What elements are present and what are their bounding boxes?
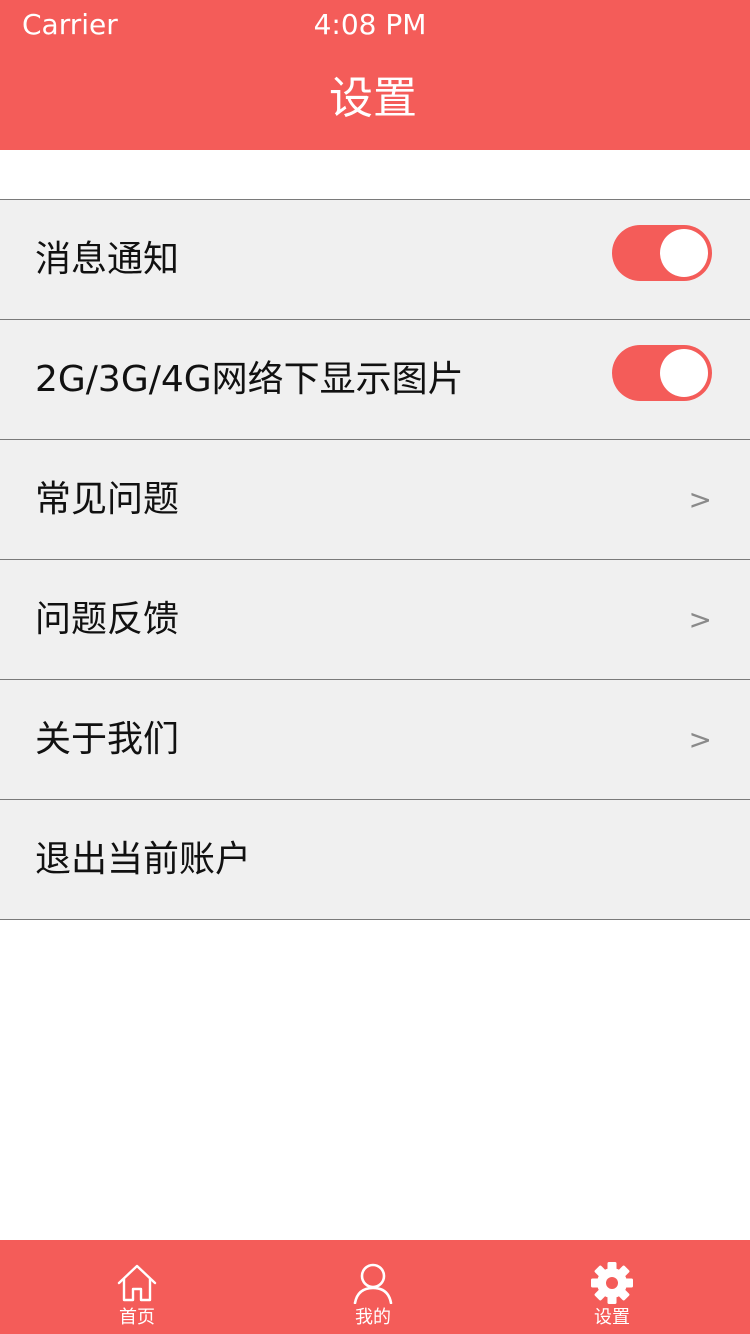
- toggle-knob: [660, 349, 708, 397]
- tab-home[interactable]: 首页: [12, 1240, 262, 1334]
- toggle-knob: [660, 229, 708, 277]
- user-icon: [353, 1263, 393, 1304]
- settings-row-label: 问题反馈: [35, 599, 180, 640]
- settings-row-label: 关于我们: [35, 719, 180, 760]
- settings-row-logout[interactable]: 退出当前账户: [0, 800, 750, 920]
- settings-row-feedback[interactable]: 问题反馈 >: [0, 560, 750, 680]
- settings-row-label: 常见问题: [35, 479, 180, 520]
- notifications-toggle[interactable]: [612, 225, 712, 281]
- page-title: 设置: [329, 73, 417, 124]
- settings-row-faq[interactable]: 常见问题 >: [0, 440, 750, 560]
- settings-list: 消息通知 2G/3G/4G网络下显示图片 常见问题 > 问题反馈 > 关于我们 …: [0, 199, 750, 920]
- home-icon: [117, 1264, 157, 1302]
- tab-label: 首页: [119, 1307, 155, 1328]
- header: Carrier 4:08 PM 设置: [0, 0, 750, 150]
- settings-screen: Carrier 4:08 PM 设置 消息通知 2G/3G/4G网络下显示图片 …: [0, 0, 750, 1334]
- settings-row-notifications[interactable]: 消息通知: [0, 200, 750, 320]
- chevron-right-icon: >: [688, 723, 712, 756]
- tab-label: 设置: [594, 1307, 630, 1328]
- settings-row-label: 消息通知: [35, 239, 180, 280]
- tab-mine[interactable]: 我的: [248, 1240, 498, 1334]
- chevron-right-icon: >: [688, 603, 712, 636]
- tab-bar: 首页 我的 设置: [0, 1240, 750, 1334]
- settings-row-label: 2G/3G/4G网络下显示图片: [35, 359, 464, 400]
- gear-icon: [591, 1262, 633, 1304]
- chevron-right-icon: >: [688, 483, 712, 516]
- logout-label: 退出当前账户: [35, 839, 252, 880]
- tab-settings[interactable]: 设置: [487, 1240, 737, 1334]
- settings-row-about[interactable]: 关于我们 >: [0, 680, 750, 800]
- tab-label: 我的: [355, 1307, 391, 1328]
- status-time: 4:08 PM: [313, 8, 427, 41]
- show-images-toggle[interactable]: [612, 345, 712, 401]
- settings-row-show-images[interactable]: 2G/3G/4G网络下显示图片: [0, 320, 750, 440]
